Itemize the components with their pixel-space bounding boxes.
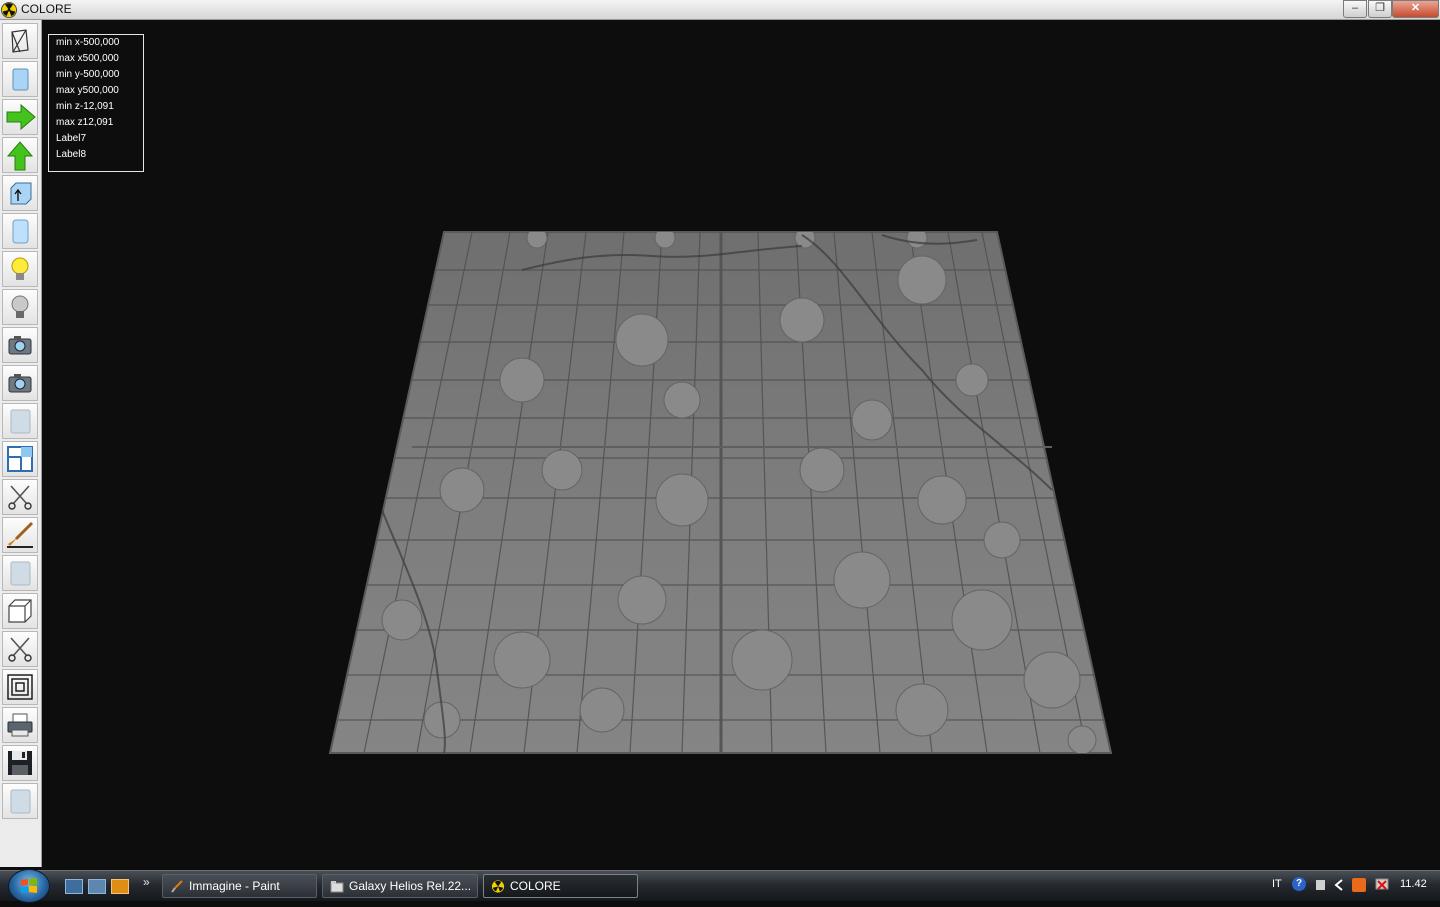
printer-icon xyxy=(7,713,33,737)
switch-windows-icon[interactable] xyxy=(88,879,106,894)
textured-surface-render xyxy=(328,231,1113,754)
restore-button[interactable]: ❐ xyxy=(1368,0,1392,18)
start-button[interactable] xyxy=(8,869,50,903)
windows-logo-icon xyxy=(21,878,37,893)
texture-3-button[interactable] xyxy=(2,783,38,819)
tool-palette xyxy=(0,20,42,867)
app-tray-icon xyxy=(1352,878,1366,892)
texture-button[interactable] xyxy=(2,403,38,439)
task-label: COLORE xyxy=(510,879,561,893)
min-y-label: min y-500,000 xyxy=(56,69,120,80)
cylinder-button[interactable] xyxy=(2,213,38,249)
task-galaxy-helios[interactable]: Galaxy Helios Rel.22... xyxy=(322,874,478,898)
clock: 11.42 xyxy=(1400,878,1427,890)
light-on-button[interactable] xyxy=(2,251,38,287)
texture-icon xyxy=(10,409,31,434)
paint-button[interactable] xyxy=(2,517,38,553)
task-colore[interactable]: COLORE xyxy=(483,874,638,898)
scissors-icon xyxy=(8,485,32,510)
cube-icon xyxy=(8,599,32,623)
arrow-right-icon xyxy=(6,103,36,131)
radiation-icon xyxy=(1,2,17,18)
texture-icon xyxy=(10,789,31,814)
contour-button[interactable] xyxy=(2,669,38,705)
print-button[interactable] xyxy=(2,707,38,743)
close-button[interactable]: ✕ xyxy=(1392,0,1439,18)
task-label: Immagine - Paint xyxy=(189,879,280,893)
window-split-icon xyxy=(7,446,33,472)
min-x-label: min x-500,000 xyxy=(56,37,120,48)
task-paint[interactable]: Immagine - Paint xyxy=(162,874,317,898)
task-label: Galaxy Helios Rel.22... xyxy=(349,879,472,893)
radiation-icon xyxy=(491,880,505,893)
wireframe-icon xyxy=(11,29,29,53)
taskbar: » Immagine - Paint Galaxy Helios Rel.22.… xyxy=(0,869,1440,903)
max-z-label: max z12,091 xyxy=(56,117,114,128)
minimize-button[interactable]: – xyxy=(1343,0,1367,18)
help-icon[interactable]: ? xyxy=(1292,877,1306,891)
light-off-icon xyxy=(11,295,29,318)
3d-viewport[interactable] xyxy=(42,20,1440,867)
texture-icon xyxy=(10,561,31,586)
quicklaunch-more-chevron[interactable]: » xyxy=(143,875,150,889)
camera-button[interactable] xyxy=(2,327,38,363)
texture-2-button[interactable] xyxy=(2,555,38,591)
light-on-icon xyxy=(11,257,29,280)
max-y-label: max y500,000 xyxy=(56,85,119,96)
window-split-button[interactable] xyxy=(2,441,38,477)
paint-brush-icon xyxy=(171,880,183,893)
media-player-icon[interactable] xyxy=(111,879,129,894)
cube-button[interactable] xyxy=(2,593,38,629)
title-bar: COLORE – ❐ ✕ xyxy=(0,0,1440,20)
window-title: COLORE xyxy=(21,2,72,16)
camera-2-button[interactable] xyxy=(2,365,38,401)
extrude-button[interactable] xyxy=(2,175,38,211)
move-up-button[interactable] xyxy=(2,137,38,173)
max-x-label: max x500,000 xyxy=(56,53,119,64)
save-icon xyxy=(8,751,32,775)
show-desktop-icon[interactable] xyxy=(65,879,83,894)
wireframe-button[interactable] xyxy=(2,23,38,59)
chevron-left-icon xyxy=(1334,879,1343,891)
label7: Label7 xyxy=(56,133,87,144)
language-indicator[interactable]: IT xyxy=(1272,878,1282,890)
extrude-icon xyxy=(10,182,32,205)
cut-2-button[interactable] xyxy=(2,631,38,667)
move-right-button[interactable] xyxy=(2,99,38,135)
min-z-label: min z-12,091 xyxy=(56,101,114,112)
folder-icon xyxy=(330,881,344,893)
arrow-up-icon xyxy=(6,141,34,171)
scissors-icon xyxy=(8,637,32,662)
cut-button[interactable] xyxy=(2,479,38,515)
extent-info-panel: min x-500,000 max x500,000 min y-500,000… xyxy=(48,34,144,172)
solid-shape-button[interactable] xyxy=(2,61,38,97)
paint-brush-icon xyxy=(7,521,34,548)
system-tray-icons[interactable] xyxy=(1314,877,1394,893)
cylinder-icon xyxy=(12,219,29,244)
camera-icon xyxy=(8,374,32,393)
label8: Label8 xyxy=(56,149,87,160)
network-tray-icon xyxy=(1316,880,1325,890)
concentric-squares-icon xyxy=(7,674,33,700)
camera-icon xyxy=(8,336,32,355)
solid-cylinder-icon xyxy=(12,68,29,91)
light-off-button[interactable] xyxy=(2,289,38,325)
save-button[interactable] xyxy=(2,745,38,781)
